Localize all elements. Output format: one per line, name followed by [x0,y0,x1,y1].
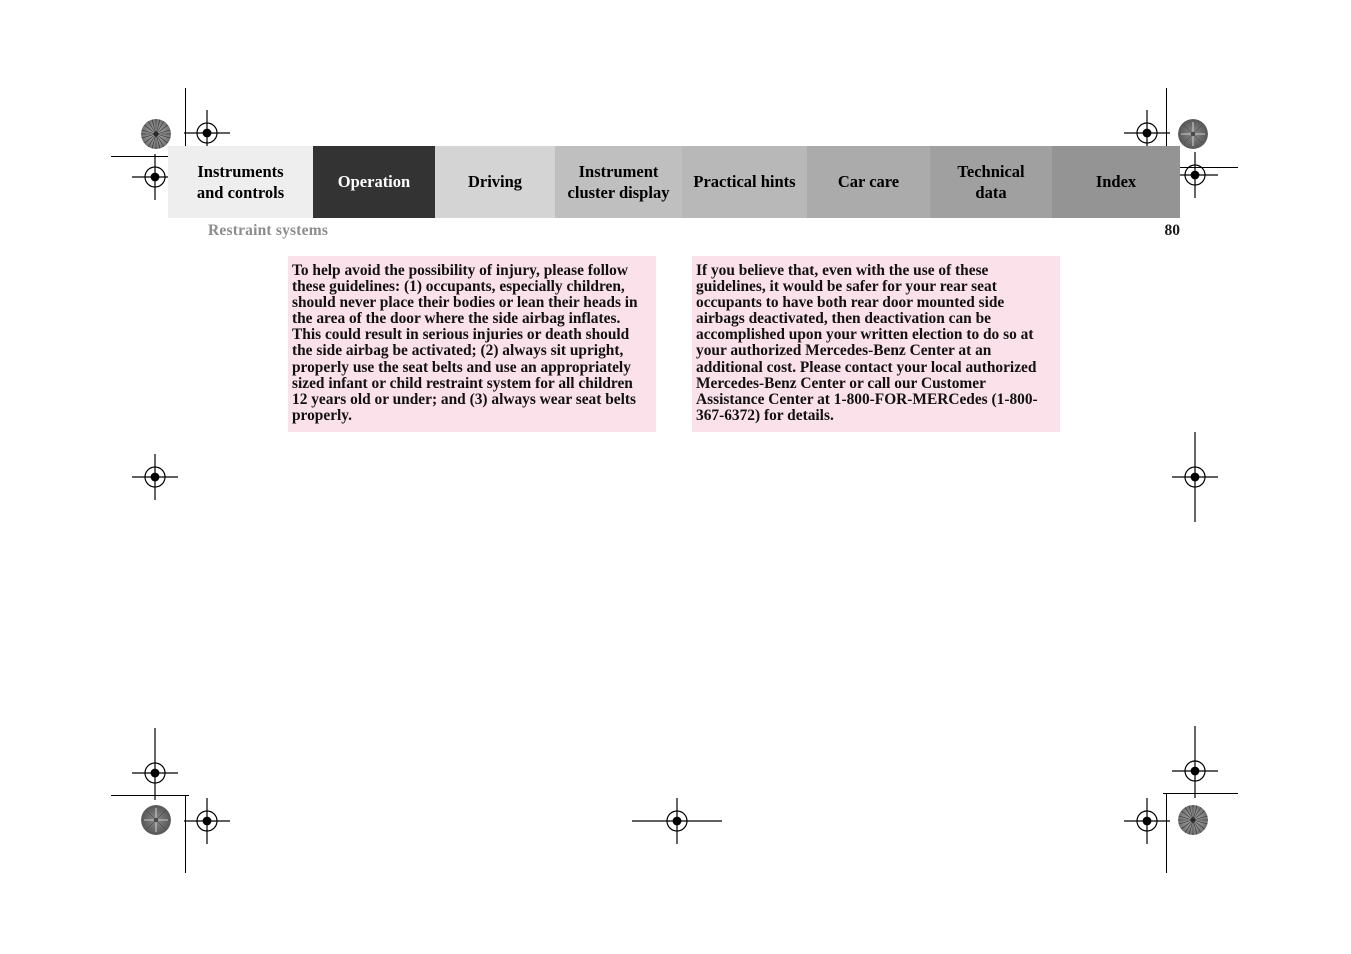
tab-label-line1: Driving [467,172,523,192]
registration-target-bottom-left-lower [184,798,230,844]
tab-instrument-cluster-display[interactable]: Instrument cluster display [555,146,682,218]
warning-text: To help avoid the possibility of injury,… [292,262,638,424]
tab-label-line2: cluster display [567,183,670,202]
registration-target-bottom-center [632,798,722,844]
tab-label-line1: Index [1095,172,1137,192]
tab-driving[interactable]: Driving [435,146,555,218]
registration-target-middle-left [132,454,178,500]
tab-practical-hints[interactable]: Practical hints [682,146,807,218]
page-number: 80 [1164,222,1181,239]
tab-label-line1: Operation [337,172,411,192]
warning-block-side-airbag-guidelines: To help avoid the possibility of injury,… [288,256,656,432]
chapter-tab-bar: Instruments and controls Operation Drivi… [168,146,1180,218]
registration-target-bottom-right-upper [1172,726,1218,798]
tab-label-line1: Car care [837,172,900,192]
tab-label-line2: and controls [196,183,285,202]
tab-label-line1: Technical [957,161,1025,181]
warning-block-deactivation-request: If you believe that, even with the use o… [692,256,1060,432]
tab-label-line1: Practical hints [693,172,796,192]
tab-index[interactable]: Index [1052,146,1180,218]
registration-target-bottom-right-lower [1124,798,1170,844]
tab-technical-data[interactable]: Technical data [930,146,1052,218]
tab-label-line1: Instrument [578,161,659,181]
tab-car-care[interactable]: Car care [807,146,930,218]
registration-target-bottom-left-upper [132,728,178,800]
registration-target-middle-right [1172,432,1218,522]
section-title: Restraint systems [208,222,329,239]
starburst-disc-bottom-right [1178,805,1208,835]
tab-instruments-and-controls[interactable]: Instruments and controls [168,146,313,218]
tab-label-line2: data [975,183,1007,202]
running-head: Restraint systems 80 [208,222,1180,240]
starburst-disc-top-right [1178,119,1208,149]
tab-label-line1: Instruments [197,161,284,181]
starburst-disc-top-left [141,119,171,149]
tab-operation[interactable]: Operation [313,146,435,218]
warning-text: If you believe that, even with the use o… [696,262,1038,424]
starburst-disc-bottom-left [141,805,171,835]
